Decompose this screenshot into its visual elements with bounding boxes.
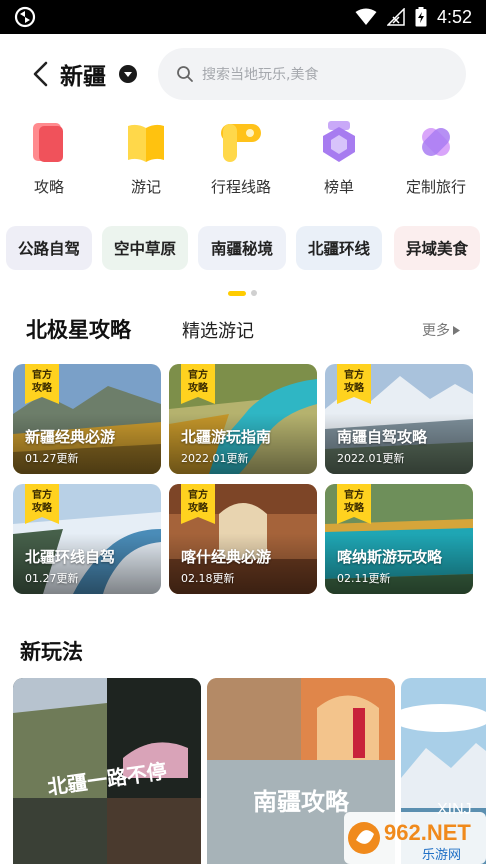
badge-line-2: 攻略	[344, 381, 365, 394]
guide-card-date: 02.11更新	[337, 572, 391, 585]
category-label: 榜单	[323, 178, 354, 196]
guide-card-title: 喀纳斯游玩攻略	[337, 548, 443, 566]
guide-card-date: 01.27更新	[25, 572, 79, 585]
guide-card-date: 2022.01更新	[337, 452, 405, 465]
guide-card[interactable]: 官方 攻略 北疆环线自驾 01.27更新	[13, 484, 161, 594]
tab-selected-notes[interactable]: 精选游记	[182, 317, 254, 343]
search-icon	[177, 66, 193, 82]
category-custom-trip[interactable]: 定制旅行	[391, 118, 481, 197]
header: 新疆 搜索当地玩乐,美食	[0, 46, 486, 102]
guide-card[interactable]: 官方 攻略 新疆经典必游 01.27更新	[13, 364, 161, 474]
official-guide-badge: 官方 攻略	[337, 364, 371, 404]
badge-line-1: 官方	[32, 368, 52, 381]
page-dot-active	[228, 290, 246, 296]
city-dropdown-icon[interactable]	[118, 64, 138, 84]
search-input[interactable]: 搜索当地玩乐,美食	[158, 48, 466, 100]
official-guide-badge: 官方 攻略	[25, 484, 59, 524]
guide-card[interactable]: 官方 攻略 喀什经典必游 02.18更新	[169, 484, 317, 594]
guide-card-date: 2022.01更新	[181, 452, 249, 465]
status-bar: 4:52	[0, 0, 486, 34]
signal-icon	[386, 8, 405, 26]
ranking-icon	[323, 121, 355, 162]
page-indicator	[228, 290, 257, 296]
guide-card[interactable]: 官方 攻略 南疆自驾攻略 2022.01更新	[325, 364, 473, 474]
category-guide[interactable]: 攻略	[4, 118, 94, 197]
clock: 4:52	[436, 6, 472, 27]
watermark-main: 962.NET	[384, 820, 471, 845]
badge-line-1: 官方	[32, 488, 52, 501]
guide-card-title: 南疆自驾攻略	[337, 428, 428, 446]
badge-line-2: 攻略	[188, 381, 209, 394]
guide-book-icon	[33, 123, 63, 162]
category-nav: 攻略 游记 行程线路 榜单 定制旅行	[0, 118, 486, 202]
badge-line-1: 官方	[344, 488, 364, 501]
new-play-title: 新玩法	[20, 640, 83, 664]
battery-charging-icon	[415, 7, 427, 27]
guide-card-date: 01.27更新	[25, 452, 79, 465]
guide-card-title: 喀什经典必游	[181, 548, 272, 566]
north-xinjiang-photo: 北疆一路不停	[13, 678, 201, 864]
chip-exotic-food[interactable]: 异域美食	[394, 226, 480, 270]
chip-south-secret[interactable]: 南疆秘境	[198, 226, 286, 270]
topic-chips: 公路自驾 空中草原 南疆秘境 北疆环线 异域美食	[0, 226, 486, 270]
badge-line-2: 攻略	[188, 501, 209, 514]
more-link[interactable]: 更多	[422, 320, 460, 340]
custom-trip-icon	[422, 128, 450, 156]
category-route[interactable]: 行程线路	[196, 118, 286, 197]
category-ranking[interactable]: 榜单	[294, 118, 384, 197]
official-guide-badge: 官方 攻略	[181, 484, 215, 524]
chip-sky-grassland[interactable]: 空中草原	[102, 226, 188, 270]
badge-line-1: 官方	[188, 368, 208, 381]
guide-card-title: 北疆环线自驾	[25, 548, 116, 566]
more-label: 更多	[422, 323, 450, 339]
photo-caption: 南疆攻略	[253, 787, 350, 816]
official-guide-badge: 官方 攻略	[181, 364, 215, 404]
category-notes[interactable]: 游记	[101, 118, 191, 197]
photo-card[interactable]: 北疆一路不停	[13, 678, 201, 864]
page-dot	[251, 290, 257, 296]
city-selector[interactable]: 新疆	[60, 57, 106, 91]
official-guide-badge: 官方 攻略	[25, 364, 59, 404]
search-placeholder: 搜索当地玩乐,美食	[202, 67, 319, 83]
back-arrow-icon[interactable]	[28, 60, 54, 88]
tab-polaris-guide[interactable]: 北极星攻略	[26, 314, 131, 344]
site-watermark-logo: 962.NET 乐游网	[344, 812, 486, 864]
guide-card-date: 02.18更新	[181, 572, 235, 585]
category-label: 攻略	[33, 178, 64, 196]
guide-card[interactable]: 官方 攻略 北疆游玩指南 2022.01更新	[169, 364, 317, 474]
official-guide-badge: 官方 攻略	[337, 484, 371, 524]
chevron-right-icon	[453, 325, 460, 335]
badge-line-1: 官方	[188, 488, 208, 501]
guide-card-title: 北疆游玩指南	[181, 428, 272, 446]
guide-card-title: 新疆经典必游	[25, 428, 116, 446]
category-label: 定制旅行	[405, 178, 466, 196]
app-logo-icon	[14, 6, 36, 28]
badge-line-2: 攻略	[32, 501, 53, 514]
watermark-sub: 乐游网	[422, 848, 461, 863]
wifi-icon	[355, 8, 377, 25]
badge-line-1: 官方	[344, 368, 364, 381]
guide-tabs: 北极星攻略 精选游记 更多	[0, 314, 486, 348]
category-label: 行程线路	[210, 178, 271, 196]
guide-card-grid: 官方 攻略 新疆经典必游 01.27更新 官方 攻略 北疆游玩指南 2022.0…	[0, 364, 486, 594]
guide-card[interactable]: 官方 攻略 喀纳斯游玩攻略 02.11更新	[325, 484, 473, 594]
badge-line-2: 攻略	[32, 381, 53, 394]
chip-north-loop[interactable]: 北疆环线	[296, 226, 382, 270]
travel-notes-icon	[128, 124, 164, 162]
chip-road-trip[interactable]: 公路自驾	[6, 226, 92, 270]
category-label: 游记	[130, 178, 161, 196]
route-icon	[221, 124, 261, 162]
badge-line-2: 攻略	[344, 501, 365, 514]
